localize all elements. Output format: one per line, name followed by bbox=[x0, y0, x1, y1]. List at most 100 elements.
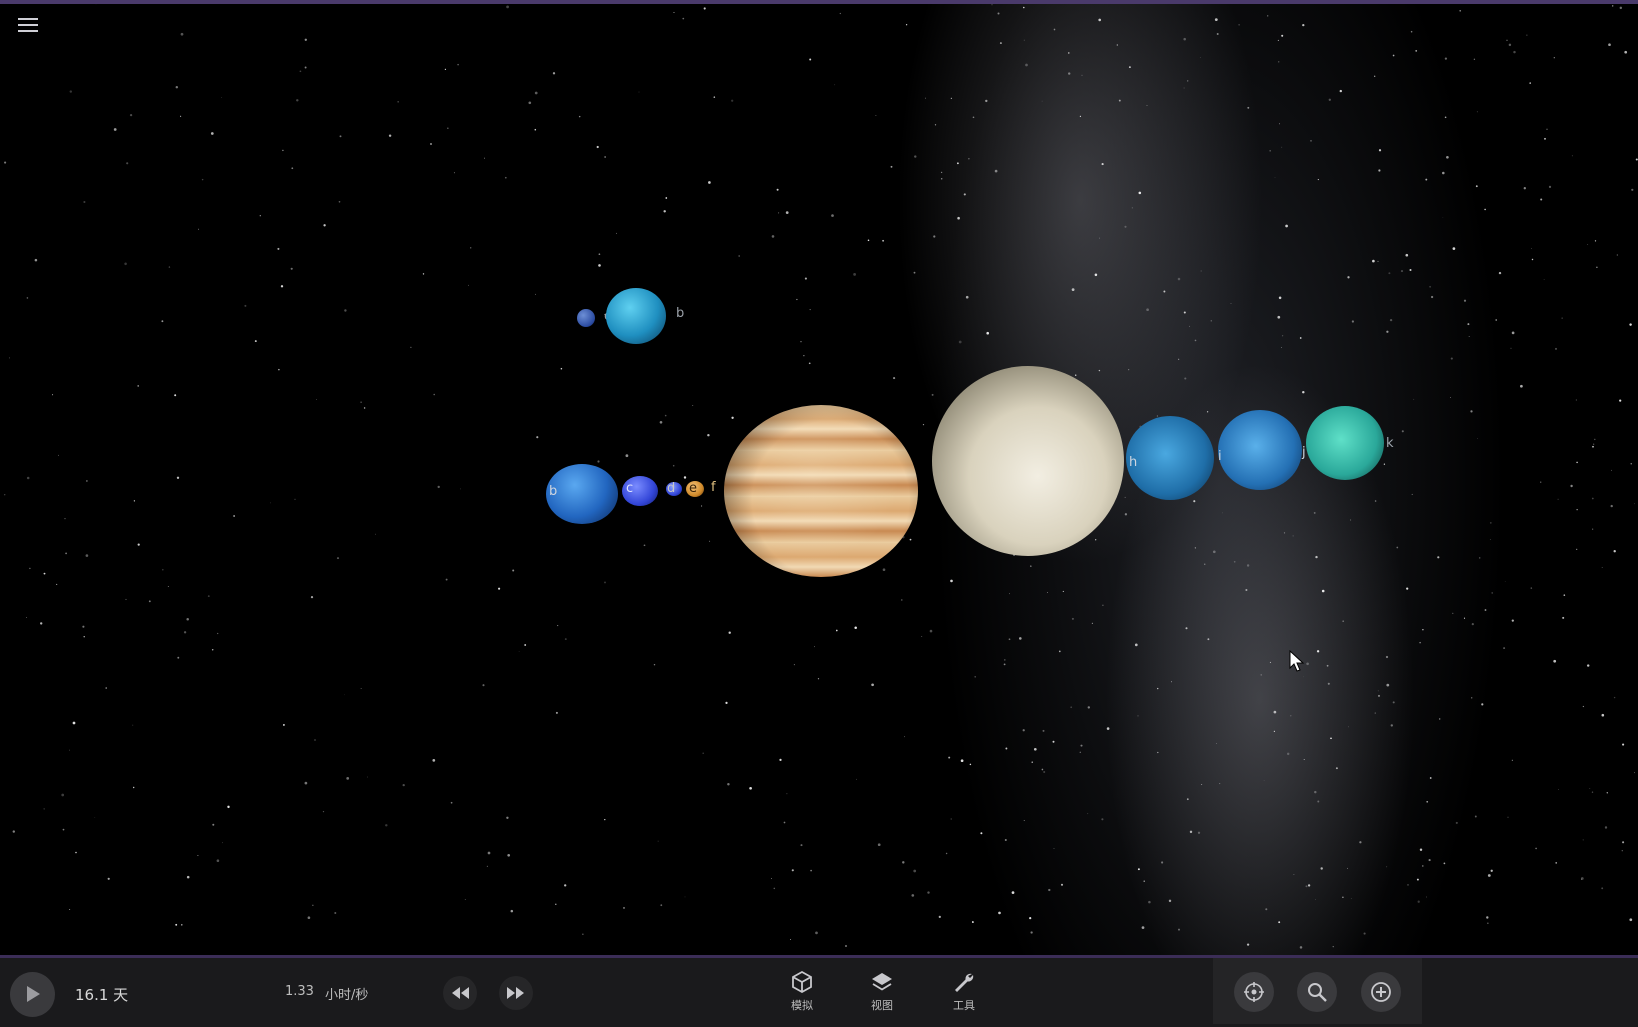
star bbox=[1486, 916, 1489, 919]
star bbox=[487, 851, 491, 855]
star bbox=[659, 420, 663, 424]
star bbox=[1629, 323, 1632, 326]
star bbox=[1484, 208, 1486, 211]
hamburger-menu-icon[interactable] bbox=[14, 14, 42, 40]
star bbox=[1543, 279, 1545, 280]
star bbox=[1335, 767, 1338, 770]
rewind-button[interactable] bbox=[443, 976, 477, 1010]
star bbox=[1374, 500, 1377, 502]
star bbox=[1332, 946, 1334, 948]
star bbox=[1178, 358, 1180, 360]
star bbox=[1428, 859, 1431, 862]
star bbox=[929, 629, 933, 633]
star bbox=[1576, 461, 1578, 464]
star bbox=[1619, 399, 1622, 402]
star bbox=[1171, 681, 1172, 683]
star bbox=[683, 476, 687, 479]
star bbox=[1471, 697, 1473, 699]
play-button[interactable] bbox=[10, 972, 55, 1017]
star bbox=[1116, 44, 1118, 46]
star bbox=[62, 828, 65, 831]
star bbox=[1306, 662, 1309, 666]
planet-j[interactable] bbox=[1306, 406, 1384, 480]
fast-forward-button[interactable] bbox=[499, 976, 533, 1010]
star bbox=[1146, 105, 1148, 106]
star bbox=[254, 340, 257, 343]
add-button[interactable] bbox=[1361, 972, 1401, 1012]
star bbox=[536, 436, 539, 439]
tool-view[interactable]: 视图 bbox=[857, 970, 907, 1020]
star bbox=[129, 113, 133, 117]
star bbox=[162, 568, 164, 571]
star bbox=[1508, 43, 1512, 47]
star bbox=[727, 782, 730, 786]
star bbox=[1283, 532, 1286, 534]
star bbox=[814, 646, 815, 648]
star bbox=[133, 786, 135, 789]
star bbox=[1320, 867, 1323, 870]
star bbox=[1185, 627, 1188, 630]
star bbox=[749, 786, 752, 790]
star bbox=[596, 145, 599, 149]
star bbox=[1216, 743, 1217, 744]
star bbox=[1305, 885, 1308, 888]
star bbox=[1269, 150, 1271, 152]
star bbox=[1570, 484, 1573, 488]
star bbox=[808, 362, 811, 365]
planet-h[interactable] bbox=[1126, 416, 1214, 500]
star bbox=[137, 385, 139, 387]
star bbox=[1359, 841, 1362, 844]
planet-white-giant[interactable] bbox=[932, 366, 1124, 556]
star bbox=[518, 651, 520, 652]
star bbox=[304, 38, 307, 41]
star bbox=[1279, 123, 1281, 125]
star bbox=[1429, 777, 1432, 779]
star bbox=[445, 578, 448, 581]
planet-label: i bbox=[1218, 449, 1222, 464]
star bbox=[1378, 149, 1382, 152]
star bbox=[1351, 320, 1355, 323]
star bbox=[57, 454, 59, 456]
star bbox=[1426, 800, 1429, 803]
star bbox=[483, 157, 486, 159]
tool-simulate[interactable]: 模拟 bbox=[777, 970, 827, 1020]
planet-i[interactable] bbox=[1218, 410, 1302, 490]
star bbox=[4, 161, 7, 164]
star bbox=[430, 143, 432, 145]
star bbox=[786, 793, 788, 795]
time-rate-value[interactable]: 1.33 bbox=[285, 984, 314, 999]
star bbox=[1540, 481, 1542, 483]
star bbox=[464, 899, 466, 900]
star bbox=[1487, 874, 1491, 877]
star bbox=[702, 752, 704, 754]
tool-tools[interactable]: 工具 bbox=[939, 970, 989, 1020]
star bbox=[1582, 839, 1584, 841]
planet-jupiter-like[interactable] bbox=[724, 405, 918, 577]
star bbox=[346, 777, 350, 780]
star bbox=[598, 253, 601, 256]
add-icon bbox=[1371, 982, 1391, 1002]
space-viewport[interactable]: c b b c d e f h i j k bbox=[0, 0, 1638, 956]
star bbox=[1489, 539, 1491, 540]
star bbox=[901, 599, 903, 601]
star bbox=[64, 518, 66, 520]
star bbox=[1101, 818, 1104, 821]
recenter-button[interactable] bbox=[1234, 972, 1274, 1012]
search-button[interactable] bbox=[1297, 972, 1337, 1012]
star bbox=[433, 393, 436, 396]
star bbox=[1269, 661, 1271, 663]
star bbox=[1303, 758, 1305, 761]
planet-cyan[interactable] bbox=[606, 288, 666, 344]
star bbox=[1388, 272, 1391, 275]
star bbox=[1070, 706, 1073, 709]
star bbox=[927, 891, 930, 894]
star bbox=[810, 869, 812, 872]
star bbox=[1131, 207, 1133, 209]
star bbox=[83, 636, 85, 638]
star bbox=[316, 399, 317, 400]
star bbox=[1095, 539, 1097, 541]
star bbox=[1529, 82, 1531, 84]
planet-small-blue[interactable] bbox=[577, 309, 595, 327]
planet-label: k bbox=[1386, 436, 1394, 451]
star bbox=[1246, 564, 1250, 567]
